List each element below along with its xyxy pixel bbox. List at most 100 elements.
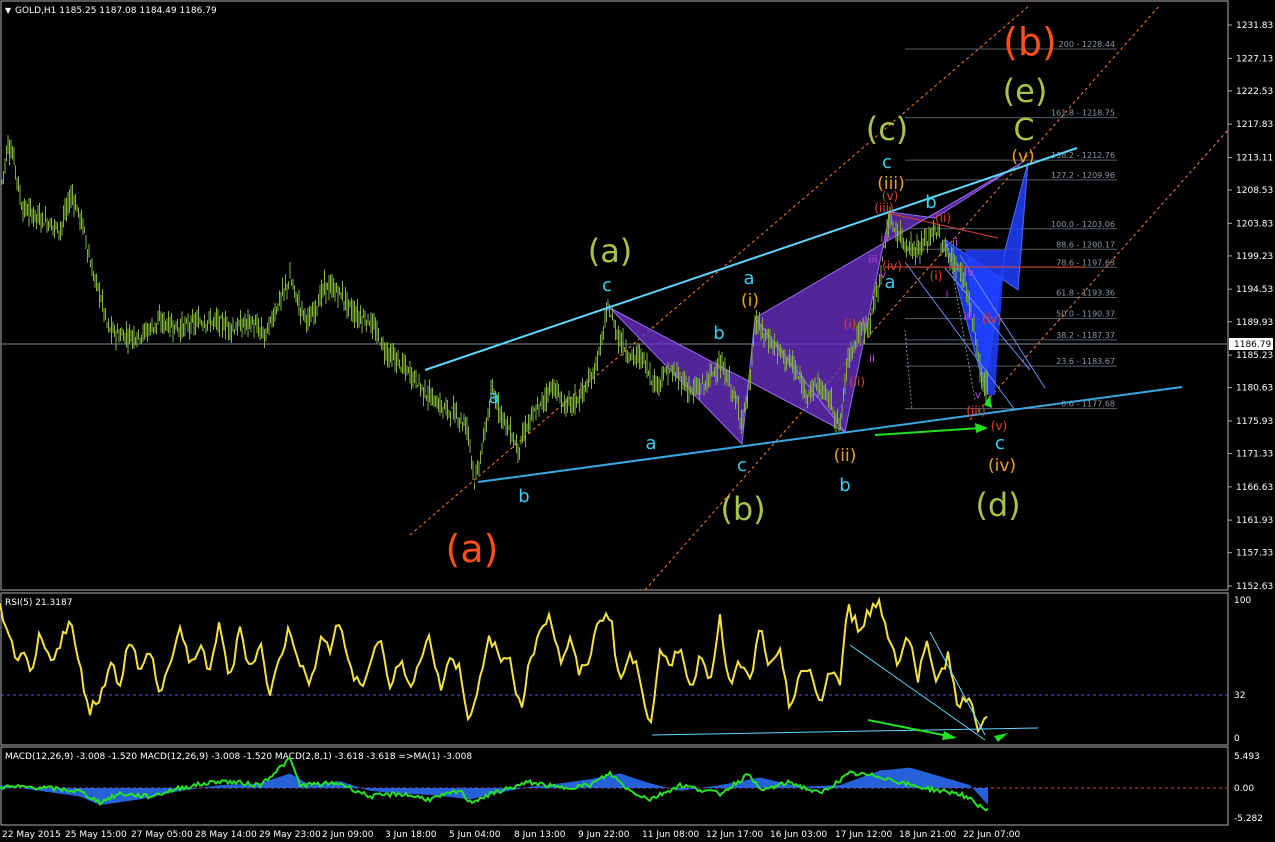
wave-label-mag-ii1: ii <box>869 352 875 365</box>
price-tick-label: 1194.53 <box>1236 285 1273 295</box>
wave-label-orange-ii: (ii) <box>834 446 857 466</box>
fib-level-label: 0.0 - 1177.68 <box>1061 400 1115 409</box>
fib-level-label: 200 - 1228.44 <box>1059 40 1115 49</box>
price-tick-label: 1199.23 <box>1236 252 1273 262</box>
wave-label-major-a: (a) <box>446 527 499 571</box>
time-tick-label: 27 May 05:00 <box>131 830 193 840</box>
wave-label-cyan-b2: b <box>713 323 724 344</box>
wave-label-cyan-c2: c <box>737 455 747 476</box>
rsi-line <box>0 596 988 734</box>
wave-label-orange-iv: (iv) <box>988 456 1016 476</box>
rsi-tick-0: 0 <box>1234 734 1240 744</box>
wave-label-c-major: (c) <box>866 110 909 148</box>
price-tick-label: 1185.23 <box>1236 351 1273 361</box>
wave-label-mag-iv1: iv <box>880 232 890 245</box>
wave-label-cyan-a3: a <box>743 268 754 289</box>
macd-tick-zero: 0.00 <box>1234 784 1254 794</box>
current-price-label: 1186.79 <box>1234 340 1271 350</box>
wave-label-b-major: (b) <box>720 490 765 528</box>
wave-label-mag-i2: i <box>945 288 948 301</box>
trading-chart[interactable]: ▼ GOLD,H1 1185.25 1187.08 1184.49 1186.7… <box>0 0 1275 842</box>
wave-label-a-major: (a) <box>588 232 633 270</box>
time-tick-label: 25 May 15:00 <box>65 830 127 840</box>
price-tick-label: 1208.53 <box>1236 186 1273 196</box>
time-tick-label: 17 Jun 12:00 <box>835 830 892 840</box>
wave-label-cyan-c1: c <box>602 275 612 296</box>
wave-label-red-iii2: (iii) <box>966 404 985 418</box>
rsi-trendline-3 <box>651 727 1039 736</box>
time-tick-label: 9 Jun 22:00 <box>578 830 630 840</box>
time-tick-label: 8 Jun 13:00 <box>514 830 566 840</box>
wave-label-red-v1: (v) <box>882 189 898 203</box>
header-arrow-icon[interactable]: ▼ <box>5 6 12 15</box>
price-tick-label: 1222.53 <box>1236 87 1273 97</box>
wave-label-mag-i1: i <box>862 316 865 329</box>
rsi-green-arrow-head <box>942 731 957 740</box>
price-tick-label: 1180.63 <box>1236 384 1273 394</box>
macd-title: MACD(12,26,9) -3.008 -1.520 MACD(12,26,9… <box>5 752 472 762</box>
rsi-trendline-1 <box>849 644 986 741</box>
fib-level-label: 100.0 - 1203.06 <box>1051 220 1115 229</box>
wave-label-orange-v: (v) <box>1011 147 1034 167</box>
fib-level-label: 161.8 - 1218.75 <box>1051 109 1115 118</box>
rsi-tick-100: 100 <box>1234 596 1251 606</box>
wave-label-cyan-c3: c <box>882 152 892 173</box>
wave-label-mag-iii1: iii <box>868 253 877 266</box>
time-tick-label: 29 May 23:00 <box>259 830 321 840</box>
price-tick-label: 1166.63 <box>1236 483 1273 493</box>
time-axis: 22 May 2015 25 May 15:00 27 May 05:00 28 Ma… <box>2 830 1020 840</box>
fib-level-label: 50.0 - 1190.37 <box>1056 310 1115 319</box>
green-arrow-head-price <box>975 423 988 433</box>
wave-label-red-i1: (i) <box>844 317 857 331</box>
fib-level-label: 127.2 - 1209.96 <box>1051 171 1115 180</box>
price-tick-label: 1175.93 <box>1236 417 1273 427</box>
wave-label-major-b: (b) <box>1003 20 1057 64</box>
time-tick-label: 12 Jun 17:00 <box>706 830 763 840</box>
price-tick-label: 1231.83 <box>1236 21 1273 31</box>
symbol-info: GOLD,H1 1185.25 1187.08 1184.49 1186.79 <box>15 6 217 16</box>
wave-label-mag-iv2: iv <box>964 266 974 279</box>
rsi-trendline-2 <box>929 631 986 736</box>
macd-tick-top: 5.493 <box>1234 752 1260 762</box>
rsi-tick-32: 32 <box>1234 691 1245 701</box>
macd-histogram <box>0 767 988 805</box>
price-tick-label: 1161.93 <box>1236 516 1273 526</box>
price-tick-label: 1189.93 <box>1236 318 1273 328</box>
price-tick-label: 1171.33 <box>1236 450 1273 460</box>
wave-label-cyan-a2: a <box>645 433 656 454</box>
rsi-panel-frame <box>0 592 1229 746</box>
time-tick-label: 22 Jun 07:00 <box>963 830 1020 840</box>
time-tick-label: 3 Jun 18:00 <box>385 830 437 840</box>
rsi-green-arrow <box>867 719 949 737</box>
fib-level-label: 38.2 - 1187.37 <box>1056 331 1115 340</box>
wave-label-red-iii1: (iii) <box>874 201 893 215</box>
time-tick-label: 18 Jun 21:00 <box>899 830 956 840</box>
time-tick-label: 28 May 14:00 <box>195 830 257 840</box>
time-tick-label: 11 Jun 08:00 <box>642 830 699 840</box>
wave-label-cyan-c4: c <box>995 433 1005 454</box>
wave-label-mag-v2: v <box>975 388 982 401</box>
price-tick-label: 1213.11 <box>1236 154 1273 164</box>
time-tick-label: 2 Jun 09:00 <box>322 830 374 840</box>
macd-tick-bottom: -5.282 <box>1234 814 1263 824</box>
price-axis: 1231.83 1227.13 1222.53 1217.83 1213.11 1208.… <box>1228 21 1273 592</box>
wave-label-red-v2: (v) <box>991 419 1007 433</box>
wave-label-cyan-b4: b <box>925 192 936 213</box>
wave-label-d-major: (d) <box>975 486 1020 524</box>
price-tick-label: 1203.83 <box>1236 219 1273 229</box>
time-tick-label: 16 Jun 03:00 <box>770 830 827 840</box>
wave-label-e: (e) <box>1003 72 1048 110</box>
price-tick-label: 1152.63 <box>1236 582 1273 592</box>
green-arrow-line-price <box>874 427 981 436</box>
price-tick-label: 1227.13 <box>1236 54 1273 64</box>
wave-label-red-ii1: (ii) <box>849 375 865 389</box>
wave-label-cyan-b1: b <box>518 486 529 507</box>
wave-label-mag-ii2: ii <box>952 236 958 249</box>
dotted-line-1 <box>904 329 913 411</box>
time-tick-label: 5 Jun 04:00 <box>449 830 501 840</box>
fib-level-label: 78.6 - 1197.63 <box>1056 258 1115 267</box>
wave-label-mag-iii2: iii <box>963 310 972 323</box>
wave-label-red-iv2: (iv) <box>982 312 1002 326</box>
wave-label-red-ii2: (ii) <box>935 211 951 225</box>
time-tick-label: 22 May 2015 <box>2 830 61 840</box>
